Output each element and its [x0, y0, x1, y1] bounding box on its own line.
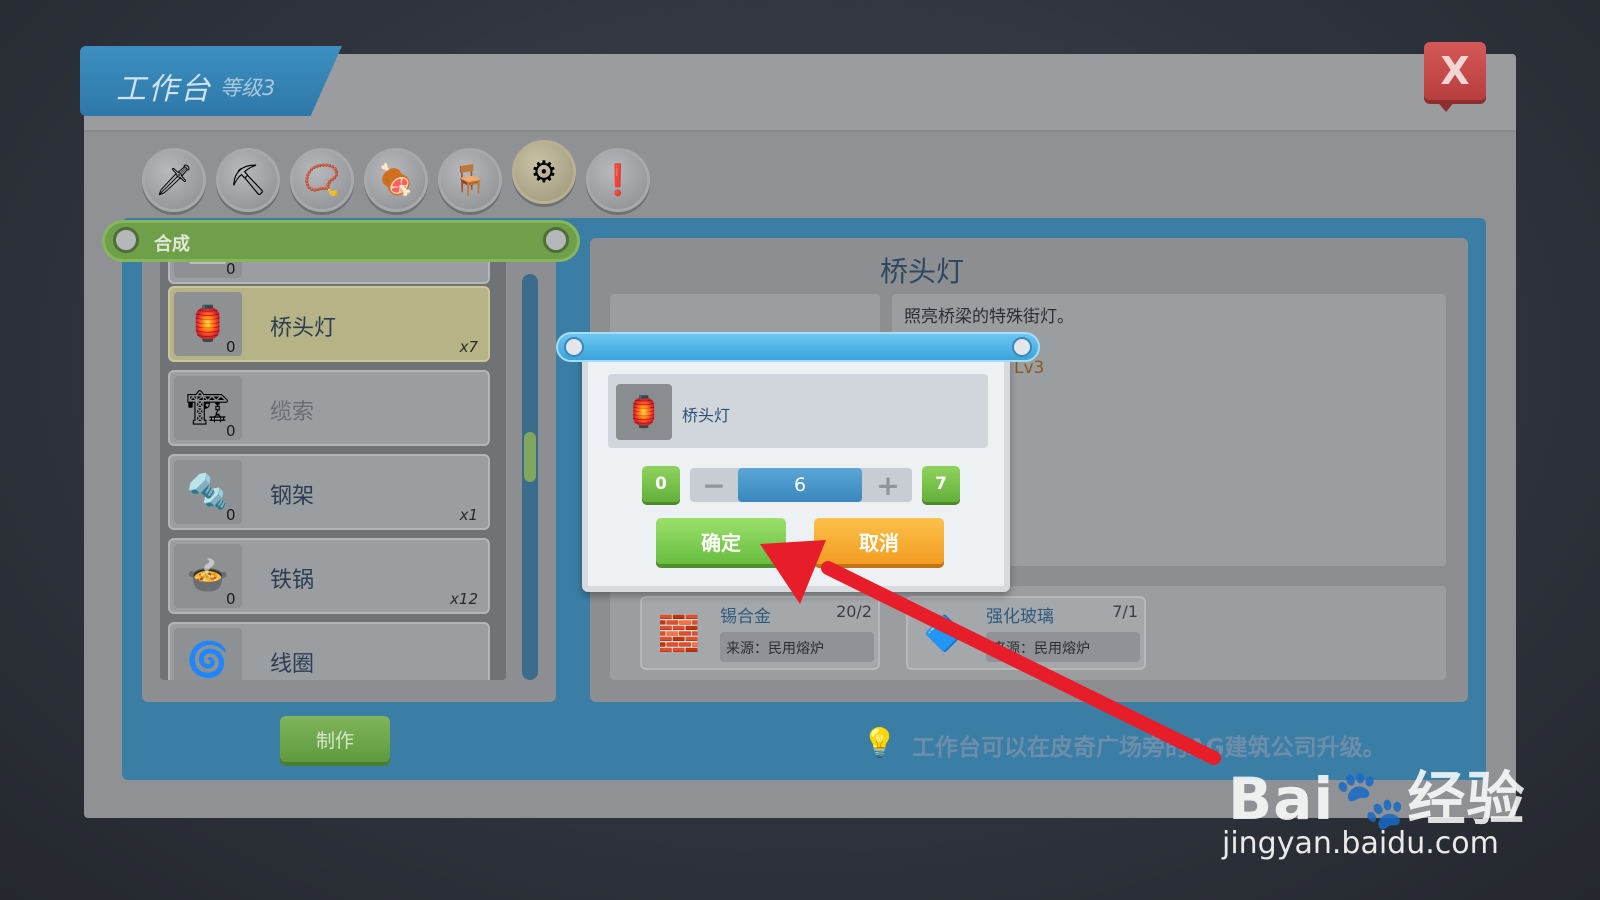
baidu-watermark-url: jingyan.baidu.com [1222, 826, 1499, 861]
baidu-watermark-logo: Bai🐾经验 [1228, 765, 1526, 833]
arrow-shaft [821, 561, 1221, 765]
arrow-head [760, 540, 826, 604]
